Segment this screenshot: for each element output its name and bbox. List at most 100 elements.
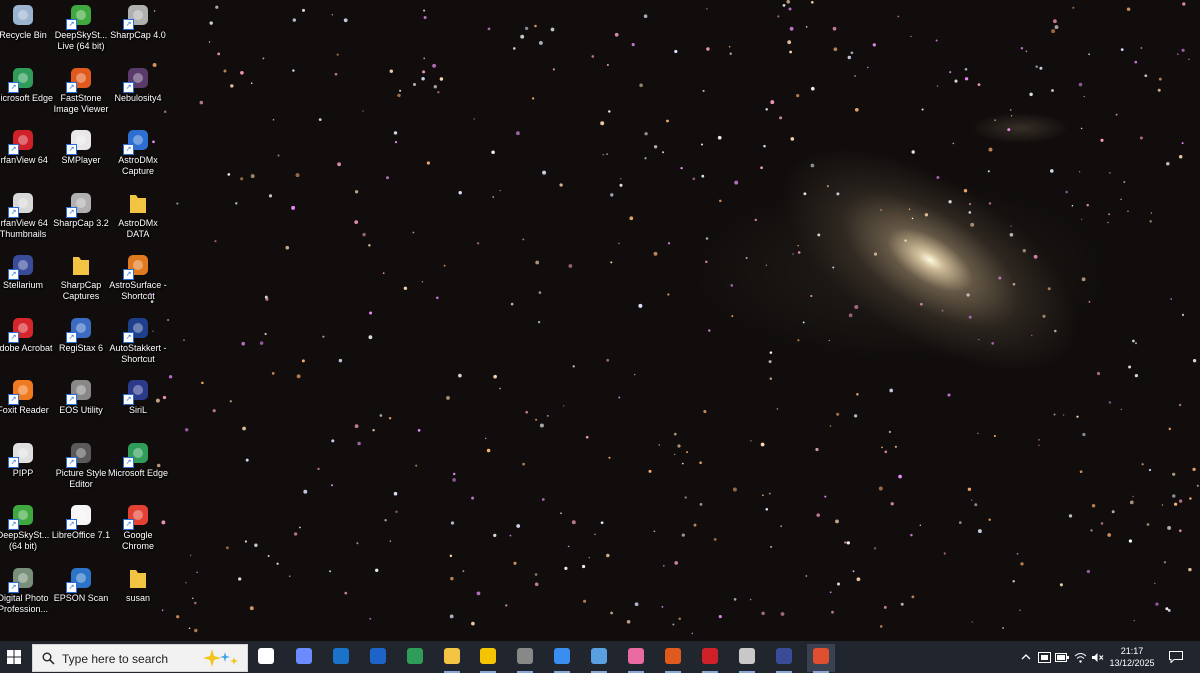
desktop-icon[interactable]: AstroDMx DATA bbox=[108, 188, 168, 248]
star bbox=[1100, 522, 1104, 525]
star bbox=[879, 625, 883, 628]
desktop-icon[interactable]: ↗ RegiStax 6 bbox=[51, 313, 111, 373]
star bbox=[227, 173, 231, 176]
desktop-icon[interactable]: SharpCap Captures bbox=[51, 250, 111, 310]
autostakkert-taskbar-button[interactable] bbox=[364, 644, 392, 672]
gimp-button[interactable] bbox=[733, 644, 761, 673]
star bbox=[853, 414, 858, 418]
desktop-icon[interactable]: ↗Microsoft Edge bbox=[0, 63, 53, 123]
desktop-icon[interactable]: ↗ SharpCap 3.2 bbox=[51, 188, 111, 248]
star bbox=[1019, 609, 1021, 611]
search-box[interactable]: Type here to search bbox=[32, 644, 248, 672]
star bbox=[681, 533, 685, 537]
desktop-icon[interactable]: ↗ EPSON Scan bbox=[51, 563, 111, 623]
microsoft-365-icon bbox=[553, 647, 571, 670]
desktop-icon[interactable]: susan bbox=[108, 563, 168, 623]
copilot-button[interactable] bbox=[290, 644, 318, 672]
sharpcap-taskbar-button[interactable] bbox=[511, 644, 539, 673]
taskbar-clock[interactable]: 21:17 13/12/2025 bbox=[1106, 645, 1158, 669]
star bbox=[765, 264, 768, 266]
star bbox=[789, 50, 792, 54]
desktop-icon[interactable]: ↗ AutoStakkert - Shortcut bbox=[108, 313, 168, 373]
star bbox=[338, 358, 343, 363]
desktop-icon[interactable]: ↗ AstroDMx Capture bbox=[108, 125, 168, 185]
stellarium-taskbar-button[interactable] bbox=[770, 644, 798, 673]
star bbox=[1178, 499, 1183, 503]
star bbox=[638, 303, 643, 308]
microsoft-365-button[interactable] bbox=[548, 644, 576, 673]
desktop-icon[interactable]: ↗ Foxit Reader bbox=[0, 375, 53, 435]
star bbox=[1146, 523, 1150, 526]
paint-button[interactable] bbox=[622, 644, 650, 673]
desktop-icon[interactable]: ↗ PIPP bbox=[0, 438, 53, 498]
star bbox=[730, 284, 734, 287]
star bbox=[334, 72, 338, 76]
desktop-icon-label: DeepSkySt... (64 bit) bbox=[0, 530, 50, 551]
star bbox=[446, 395, 450, 400]
star bbox=[653, 530, 656, 533]
star bbox=[935, 39, 938, 42]
battery-icon[interactable] bbox=[1055, 650, 1069, 664]
star bbox=[811, 86, 815, 91]
star bbox=[731, 315, 734, 318]
desktop-icon[interactable]: ↗ Nebulosity4 bbox=[108, 63, 168, 123]
start-button[interactable] bbox=[0, 641, 28, 673]
desktop-icon[interactable]: ↗ Google Chrome bbox=[108, 500, 168, 560]
speaker-muted-icon[interactable] bbox=[1090, 650, 1104, 664]
desktop-icon[interactable]: ↗Adobe Acrobat bbox=[0, 313, 53, 373]
desktop-icon[interactable]: ↗ SMPlayer bbox=[51, 125, 111, 185]
clock-date: 13/12/2025 bbox=[1109, 658, 1155, 668]
desktop-icon[interactable]: ↗ SharpCap 4.0 bbox=[108, 0, 168, 60]
desktop-icon[interactable]: ↗ IrfanView 64 Thumbnails bbox=[0, 188, 53, 248]
shortcut-arrow-icon: ↗ bbox=[8, 331, 19, 343]
canon-tray-icon[interactable] bbox=[1037, 650, 1051, 664]
desktop-icon[interactable]: ↗ Stellarium bbox=[0, 250, 53, 310]
star bbox=[1181, 313, 1185, 317]
faststone-taskbar-button[interactable] bbox=[659, 644, 687, 673]
sharpcap-icon: ↗ bbox=[66, 190, 94, 218]
desktop-icon[interactable]: ↗ DeepSkySt... (64 bit) bbox=[0, 500, 53, 560]
outlook-button[interactable] bbox=[327, 644, 355, 672]
star bbox=[941, 309, 944, 312]
star bbox=[368, 335, 373, 340]
desktop-icon[interactable]: ↗Microsoft Edge bbox=[108, 438, 168, 498]
star bbox=[423, 57, 426, 60]
star bbox=[1012, 282, 1016, 286]
desktop-icon[interactable]: ↗ DeepSkySt... Live (64 bit) bbox=[51, 0, 111, 60]
star bbox=[1020, 46, 1024, 50]
desktop-icon-label: DeepSkySt... Live (64 bit) bbox=[54, 30, 108, 51]
desktop-icon[interactable]: ↗ Picture Style Editor bbox=[51, 438, 111, 498]
smplayer-icon: ↗ bbox=[66, 127, 94, 155]
irfanview-taskbar-button[interactable] bbox=[696, 644, 724, 673]
file-explorer-button[interactable] bbox=[438, 644, 466, 673]
star bbox=[1192, 467, 1196, 472]
desktop-icon[interactable]: ↗ AstroSurface - Shortcut bbox=[108, 250, 168, 310]
desktop-icon[interactable]: ↗ FastStone Image Viewer bbox=[51, 63, 111, 123]
star bbox=[449, 614, 454, 619]
star bbox=[884, 450, 888, 454]
chevron-up-icon[interactable] bbox=[1019, 650, 1033, 664]
desktop-icon[interactable]: ↗ IrfanView 64 bbox=[0, 125, 53, 185]
star bbox=[241, 341, 245, 346]
task-view-button[interactable] bbox=[252, 644, 280, 672]
star bbox=[382, 272, 385, 275]
star bbox=[1051, 29, 1056, 34]
desktop-icon[interactable]: Recycle Bin bbox=[0, 0, 53, 60]
desktop-icon[interactable]: ↗ SiriL bbox=[108, 375, 168, 435]
edge-taskbar-button[interactable] bbox=[401, 644, 429, 672]
desktop-icon[interactable]: ↗ LibreOffice 7.1 bbox=[51, 500, 111, 560]
desktop-icon[interactable]: ↗ EOS Utility bbox=[51, 375, 111, 435]
astrodmx-taskbar-button[interactable] bbox=[585, 644, 613, 673]
norton-button[interactable] bbox=[474, 644, 502, 673]
desktop-icon[interactable]: ↗ Digital Photo Profession... bbox=[0, 563, 53, 623]
sharpcap-active-button[interactable] bbox=[807, 644, 835, 673]
star bbox=[1111, 510, 1115, 514]
wifi-icon[interactable] bbox=[1073, 650, 1087, 664]
star bbox=[1047, 287, 1051, 291]
notification-icon[interactable] bbox=[1169, 650, 1183, 664]
star bbox=[890, 502, 894, 506]
star bbox=[1158, 77, 1162, 81]
star bbox=[910, 35, 912, 38]
star bbox=[423, 9, 426, 12]
star bbox=[977, 432, 979, 435]
